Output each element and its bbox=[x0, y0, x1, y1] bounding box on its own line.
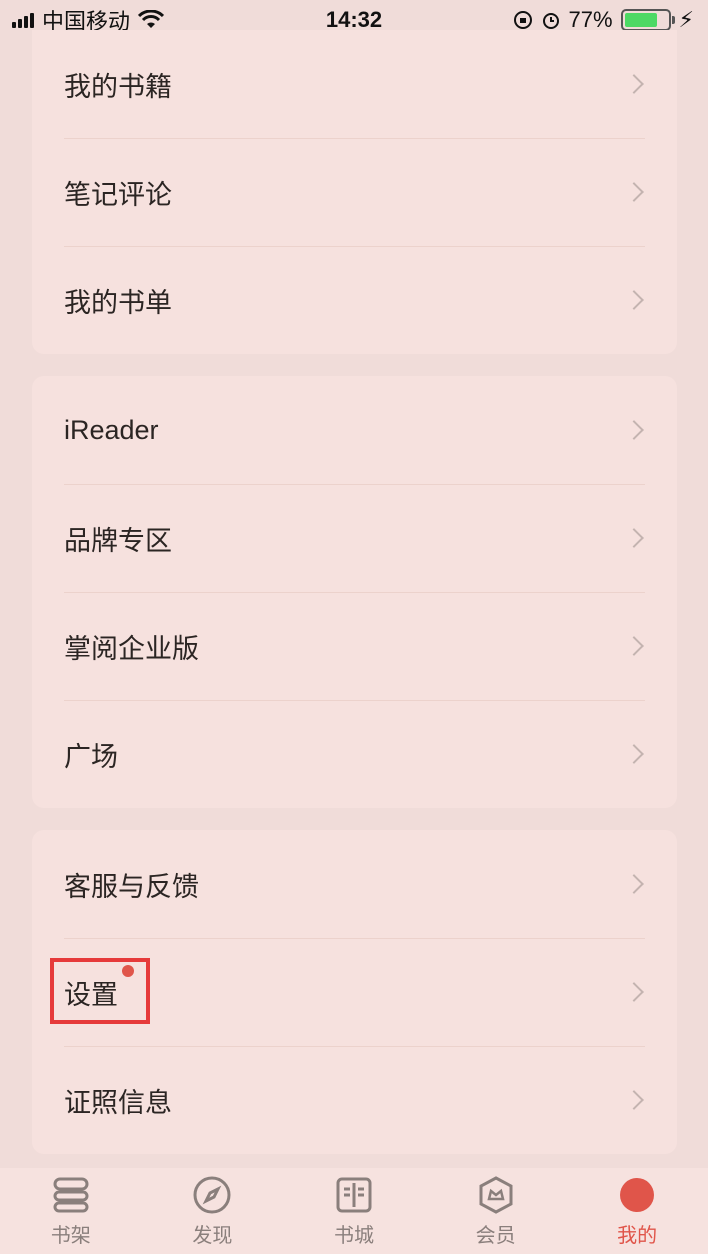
tab-discover[interactable]: 发现 bbox=[162, 1175, 262, 1248]
menu-item-label: 品牌专区 bbox=[64, 525, 172, 556]
chevron-right-icon bbox=[624, 874, 644, 894]
menu-item-booklists[interactable]: 我的书单 bbox=[32, 246, 677, 354]
compass-icon bbox=[192, 1175, 232, 1215]
menu-item-label: 笔记评论 bbox=[64, 179, 172, 210]
chevron-right-icon bbox=[624, 744, 644, 764]
chevron-right-icon bbox=[624, 1090, 644, 1110]
menu-group-library: 我的书籍 笔记评论 我的书单 bbox=[32, 30, 677, 354]
menu-item-label: 设置 bbox=[64, 964, 134, 1012]
book-store-icon bbox=[334, 1175, 374, 1215]
tab-bookstore[interactable]: 书城 bbox=[304, 1175, 404, 1248]
menu-item-enterprise[interactable]: 掌阅企业版 bbox=[32, 592, 677, 700]
chevron-right-icon bbox=[624, 982, 644, 1002]
notification-dot bbox=[122, 964, 134, 977]
profile-icon bbox=[617, 1175, 657, 1215]
chevron-right-icon bbox=[624, 74, 644, 94]
tab-profile[interactable]: 我的 bbox=[587, 1175, 687, 1248]
menu-item-square[interactable]: 广场 bbox=[32, 700, 677, 808]
menu-item-label: 证照信息 bbox=[64, 1087, 172, 1118]
bookshelf-icon bbox=[51, 1175, 91, 1215]
menu-item-label: 我的书籍 bbox=[64, 71, 172, 102]
tab-label: 发现 bbox=[192, 1224, 233, 1247]
menu-item-brand-zone[interactable]: 品牌专区 bbox=[32, 484, 677, 592]
battery-icon bbox=[620, 9, 675, 31]
rotation-lock-icon bbox=[513, 11, 532, 29]
tab-bookshelf[interactable]: 书架 bbox=[21, 1175, 121, 1248]
menu-item-label: 掌阅企业版 bbox=[64, 633, 199, 664]
tab-label: 书城 bbox=[333, 1224, 374, 1247]
tab-vip[interactable]: 会员 bbox=[446, 1175, 546, 1248]
charging-icon: ⚡ bbox=[678, 7, 694, 32]
chevron-right-icon bbox=[624, 636, 644, 656]
menu-item-label: iReader bbox=[64, 414, 159, 445]
menu-item-ireader[interactable]: iReader bbox=[32, 376, 677, 484]
chevron-right-icon bbox=[624, 420, 644, 440]
tab-label: 书架 bbox=[50, 1224, 91, 1247]
chevron-right-icon bbox=[624, 182, 644, 202]
menu-group-services: iReader 品牌专区 掌阅企业版 广场 bbox=[32, 376, 677, 808]
chevron-right-icon bbox=[624, 290, 644, 310]
menu-group-support: 客服与反馈 设置 证照信息 bbox=[32, 830, 677, 1154]
wifi-icon bbox=[138, 10, 165, 28]
menu-item-settings[interactable]: 设置 bbox=[32, 938, 677, 1046]
alarm-icon bbox=[542, 13, 559, 29]
menu-item-feedback[interactable]: 客服与反馈 bbox=[32, 830, 677, 938]
menu-item-label: 客服与反馈 bbox=[64, 871, 199, 902]
menu-item-my-books[interactable]: 我的书籍 bbox=[32, 30, 677, 138]
menu-item-licenses[interactable]: 证照信息 bbox=[32, 1046, 677, 1154]
menu-item-label: 广场 bbox=[64, 741, 118, 772]
menu-item-notes[interactable]: 笔记评论 bbox=[32, 138, 677, 246]
tab-label: 会员 bbox=[475, 1224, 516, 1247]
tab-label: 我的 bbox=[617, 1224, 658, 1247]
vip-icon bbox=[476, 1175, 516, 1215]
signal-icon bbox=[12, 12, 34, 28]
bottom-tab-bar: 书架 发现 书城 会员 我的 bbox=[0, 1168, 708, 1254]
menu-item-label: 我的书单 bbox=[64, 287, 172, 318]
menu-list: 我的书籍 笔记评论 我的书单 iReader 品牌专区 掌阅企业版 广场 客服与… bbox=[32, 30, 677, 1176]
chevron-right-icon bbox=[624, 528, 644, 548]
